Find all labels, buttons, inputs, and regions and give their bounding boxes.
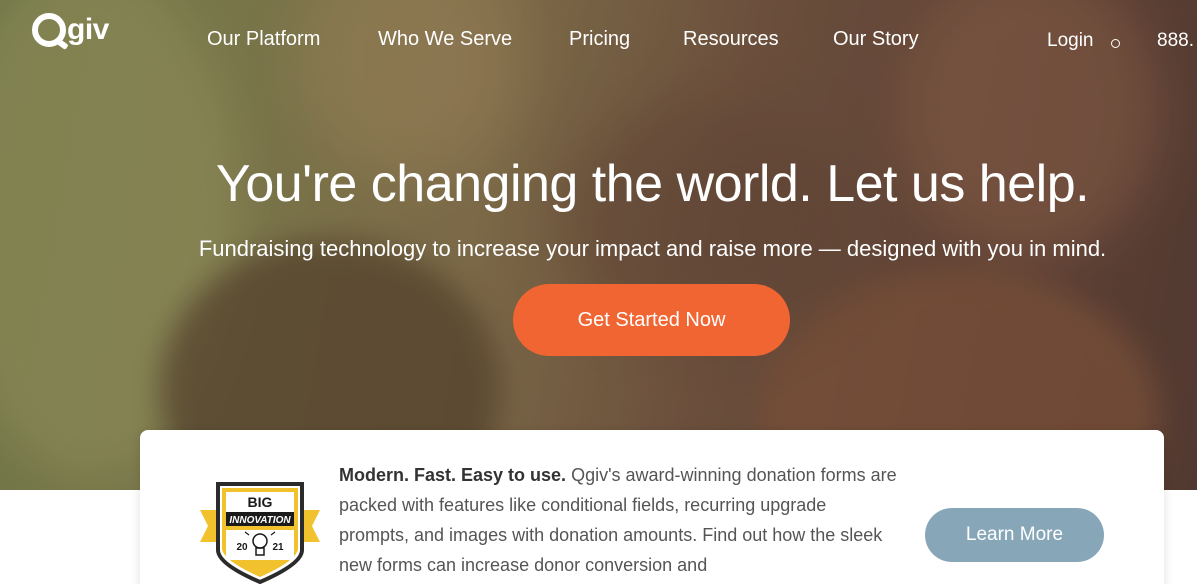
feature-lead: Modern. Fast. Easy to use. [339, 465, 567, 485]
get-started-button[interactable]: Get Started Now [513, 284, 790, 356]
phone-link[interactable]: 888. [1157, 30, 1194, 52]
badge-line2: INNOVATION [229, 515, 291, 526]
nav-pricing[interactable]: Pricing [569, 28, 630, 51]
hero-subtitle: Fundraising technology to increase your … [198, 236, 1107, 261]
hero-section: giv Our Platform Who We Serve Pricing Re… [0, 0, 1197, 490]
badge-line1: BIG [248, 494, 273, 510]
login-link[interactable]: Login [1047, 30, 1094, 52]
qgiv-logo-text: giv [67, 13, 109, 46]
qgiv-logo-mark [32, 13, 66, 47]
big-innovation-badge-icon: BIG INNOVATION 20 21 [200, 482, 320, 584]
qgiv-logo[interactable]: giv [32, 10, 109, 50]
feature-card: BIG INNOVATION 20 21 Modern. Fast. Easy … [140, 430, 1164, 584]
nav-our-platform[interactable]: Our Platform [207, 28, 320, 51]
hero-title: You're changing the world. Let us help. [215, 155, 1090, 213]
badge-year-right: 21 [272, 542, 284, 553]
nav-separator-icon [1111, 39, 1120, 48]
nav-who-we-serve[interactable]: Who We Serve [378, 28, 512, 51]
badge-year-left: 20 [236, 542, 248, 553]
nav-our-story[interactable]: Our Story [833, 28, 919, 51]
learn-more-button[interactable]: Learn More [925, 508, 1104, 562]
feature-description: Modern. Fast. Easy to use. Qgiv's award-… [339, 460, 899, 580]
nav-resources[interactable]: Resources [683, 28, 779, 51]
